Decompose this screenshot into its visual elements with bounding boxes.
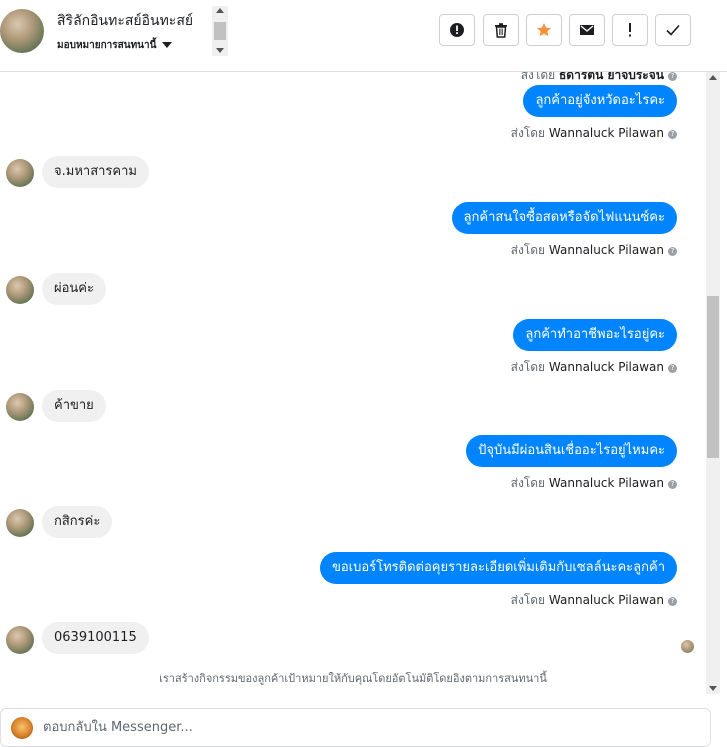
scroll-up-arrow-icon[interactable] <box>709 75 717 80</box>
lead-activity-notice: เราสร้างกิจกรรมของลูกค้าเป้าหมายให้กับคุ… <box>159 672 547 685</box>
delete-button[interactable] <box>483 14 519 46</box>
info-icon[interactable]: ? <box>668 72 677 81</box>
exclamation-circle-icon <box>450 23 464 37</box>
sender-name: Wannaluck Pilawan <box>548 593 664 607</box>
conversation-header: สิริลักอินทะสย์อินทะสย์ มอบหมายการสนทนาน… <box>0 0 727 72</box>
sender-name: ธิดารัตน์ ยาจิบระจัน <box>558 72 664 82</box>
incoming-message-bubble[interactable]: 0639100115 <box>42 622 149 654</box>
checkmark-icon <box>666 24 680 36</box>
sent-by-prefix: ส่งโดย <box>510 593 546 607</box>
mark-unread-button[interactable] <box>569 14 605 46</box>
outgoing-message-bubble[interactable]: ลูกค้าอยู่จังหวัดอะไรคะ <box>523 85 677 117</box>
incoming-message-bubble[interactable]: กสิกรค่ะ <box>42 506 113 538</box>
message-row-outgoing: ปัจุบันมีผ่อนสินเชื่ออะไรอยู่ไหมคะ <box>466 435 677 467</box>
scrollbar-thumb[interactable] <box>707 296 719 458</box>
contact-avatar-small[interactable] <box>6 159 34 187</box>
thread-scrollbar[interactable] <box>706 72 720 694</box>
info-icon[interactable]: ? <box>668 247 677 256</box>
message-row-outgoing: ลูกค้าทำอาชีพอะไรอยู่คะ <box>513 319 677 351</box>
info-icon[interactable]: ? <box>668 364 677 373</box>
info-icon[interactable]: ? <box>668 480 677 489</box>
scrollbar-thumb[interactable] <box>214 22 226 40</box>
info-icon[interactable]: ? <box>668 597 677 606</box>
sent-by-label: ส่งโดย ธิดารัตน์ ยาจิบระจัน? <box>521 72 677 85</box>
contact-avatar-small[interactable] <box>6 626 34 654</box>
outgoing-message-bubble[interactable]: ขอเบอร์โทรติดต่อคุยรายละเอียดเพิ่มเติมกั… <box>319 552 677 584</box>
spam-button[interactable] <box>439 14 475 46</box>
assign-conversation-dropdown[interactable]: มอบหมายการสนทนานี้ <box>57 38 173 53</box>
sent-by-prefix: ส่งโดย <box>510 126 546 140</box>
sent-by-prefix: ส่งโดย <box>520 72 556 82</box>
sender-name: Wannaluck Pilawan <box>548 476 664 490</box>
reply-composer <box>0 708 711 747</box>
contact-avatar-small[interactable] <box>6 276 34 304</box>
incoming-message-bubble[interactable]: ค้าขาย <box>42 390 106 422</box>
sender-name: Wannaluck Pilawan <box>548 360 664 374</box>
sent-by-label: ส่งโดย Wannaluck Pilawan? <box>511 124 677 143</box>
contact-avatar-small[interactable] <box>6 509 34 537</box>
message-thread[interactable]: ส่งโดย ธิดารัตน์ ยาจิบระจัน? ลูกค้าอยู่จ… <box>0 72 706 694</box>
contact-avatar[interactable] <box>0 9 44 53</box>
sent-by-label: ส่งโดย Wannaluck Pilawan? <box>511 474 677 493</box>
reply-input[interactable] <box>43 709 643 746</box>
outgoing-message-bubble[interactable]: ลูกค้าสนใจซื้อสดหรือจัดไฟแนนซ์คะ <box>451 202 677 234</box>
sent-by-prefix: ส่งโดย <box>510 476 546 490</box>
envelope-icon <box>580 25 594 35</box>
scroll-down-arrow-icon[interactable] <box>216 48 224 53</box>
contact-name[interactable]: สิริลักอินทะสย์อินทะสย์ <box>57 10 193 32</box>
star-button[interactable] <box>526 14 562 46</box>
sent-by-prefix: ส่งโดย <box>510 360 546 374</box>
contact-avatar-small[interactable] <box>6 393 34 421</box>
seen-indicator-avatar <box>681 640 694 653</box>
sent-by-label: ส่งโดย Wannaluck Pilawan? <box>511 591 677 610</box>
message-row-outgoing: ลูกค้าอยู่จังหวัดอะไรคะ <box>523 85 677 117</box>
follow-up-button[interactable] <box>612 14 648 46</box>
incoming-message-bubble[interactable]: จ.มหาสารคาม <box>42 156 149 188</box>
sent-by-label: ส่งโดย Wannaluck Pilawan? <box>511 358 677 377</box>
star-icon <box>537 23 551 37</box>
info-icon[interactable]: ? <box>668 130 677 139</box>
scroll-up-arrow-icon[interactable] <box>216 8 224 13</box>
message-row-outgoing: ลูกค้าสนใจซื้อสดหรือจัดไฟแนนซ์คะ <box>451 202 677 234</box>
exclamation-icon <box>629 23 631 37</box>
mark-done-button[interactable] <box>655 14 691 46</box>
page-avatar <box>11 717 33 739</box>
assign-conversation-label: มอบหมายการสนทนานี้ <box>57 40 157 51</box>
sent-by-label: ส่งโดย Wannaluck Pilawan? <box>511 241 677 260</box>
message-row-outgoing: ขอเบอร์โทรติดต่อคุยรายละเอียดเพิ่มเติมกั… <box>319 552 677 584</box>
trash-icon <box>495 23 507 38</box>
scroll-down-arrow-icon[interactable] <box>709 686 717 691</box>
outgoing-message-bubble[interactable]: ลูกค้าทำอาชีพอะไรอยู่คะ <box>513 319 677 351</box>
sent-by-prefix: ส่งโดย <box>510 243 546 257</box>
incoming-message-bubble[interactable]: ผ่อนค่ะ <box>42 273 106 305</box>
caret-down-icon <box>162 42 173 48</box>
sender-name: Wannaluck Pilawan <box>548 126 664 140</box>
outgoing-message-bubble[interactable]: ปัจุบันมีผ่อนสินเชื่ออะไรอยู่ไหมคะ <box>466 435 677 467</box>
sender-name: Wannaluck Pilawan <box>548 243 664 257</box>
header-scrollbar[interactable] <box>212 6 228 56</box>
